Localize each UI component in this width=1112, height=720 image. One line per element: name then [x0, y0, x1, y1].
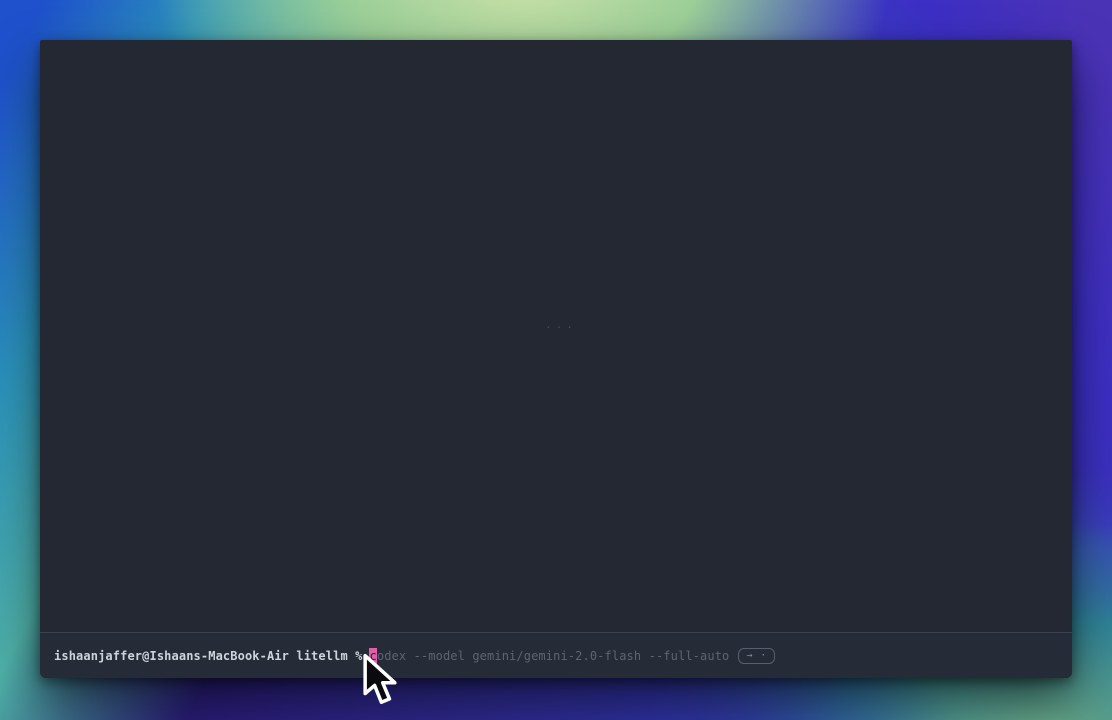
- loading-dots: ···: [545, 321, 577, 334]
- terminal-prompt-bar[interactable]: ishaanjaffer@Ishaans-MacBook-Air litellm…: [40, 632, 1072, 678]
- terminal-scrollback: ···: [40, 40, 1072, 632]
- autosuggestion-text: odex --model gemini/gemini-2.0-flash --f…: [377, 649, 730, 663]
- terminal-window[interactable]: ··· ishaanjaffer@Ishaans-MacBook-Air lit…: [40, 40, 1072, 678]
- shell-prompt-text: ishaanjaffer@Ishaans-MacBook-Air litellm…: [54, 649, 362, 663]
- accept-suggestion-key-hint: → ·: [738, 648, 775, 664]
- text-cursor: c: [369, 648, 376, 664]
